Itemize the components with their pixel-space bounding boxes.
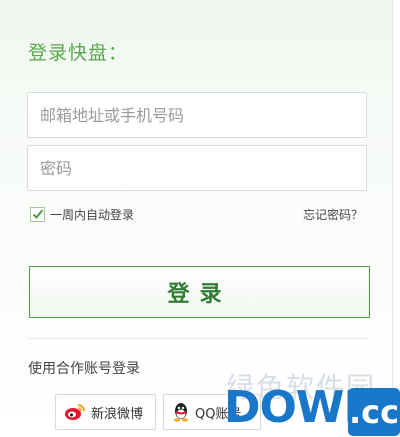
forgot-password-link[interactable]: 忘记密码？ bbox=[303, 206, 363, 223]
remember-checkbox[interactable] bbox=[30, 206, 45, 222]
weibo-login-button[interactable]: 新浪微博 bbox=[55, 394, 156, 430]
watermark-logo: DOWN .cc bbox=[224, 382, 400, 437]
login-title: 登录快盘： bbox=[28, 42, 129, 64]
email-field-box[interactable] bbox=[27, 92, 367, 138]
qq-icon bbox=[174, 403, 188, 422]
third-party-title: 使用合作账号登录 bbox=[28, 361, 140, 377]
password-field-box[interactable] bbox=[27, 145, 367, 191]
weibo-label: 新浪微博 bbox=[91, 406, 144, 422]
login-button[interactable]: 登录 bbox=[29, 266, 370, 318]
email-field[interactable] bbox=[28, 93, 366, 137]
weibo-icon bbox=[65, 404, 85, 420]
watermark-logo-suffix: .cc bbox=[348, 388, 400, 436]
divider bbox=[28, 338, 368, 339]
checkmark-icon bbox=[32, 208, 44, 219]
password-field[interactable] bbox=[28, 146, 366, 190]
remember-me[interactable]: 一周内自动登录 bbox=[30, 205, 134, 223]
remember-label: 一周内自动登录 bbox=[50, 207, 135, 222]
